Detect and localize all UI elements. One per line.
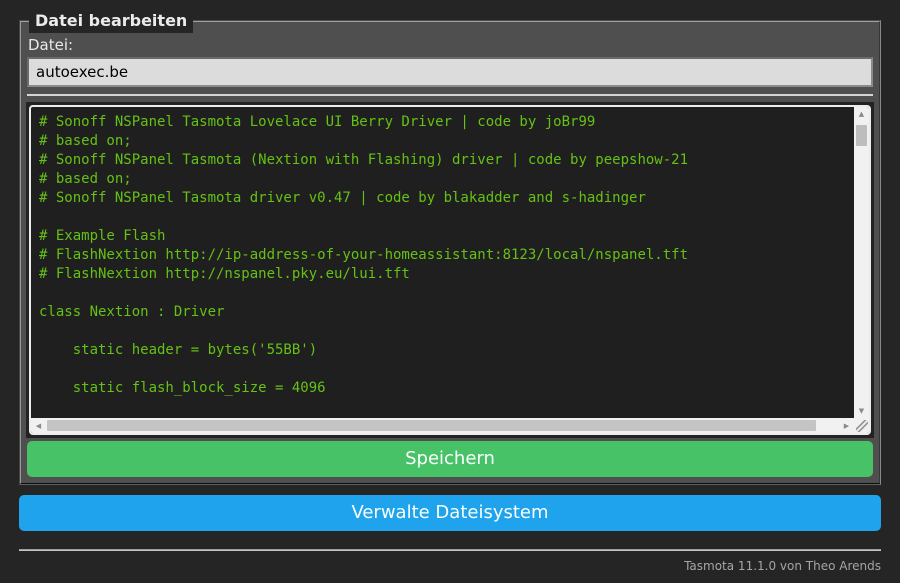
divider <box>27 94 873 96</box>
vertical-scroll-track[interactable] <box>854 121 869 404</box>
manage-filesystem-row: Verwalte Dateisystem <box>19 495 881 531</box>
code-content: # Sonoff NSPanel Tasmota Lovelace UI Ber… <box>39 114 689 396</box>
scroll-right-icon[interactable]: ▶ <box>839 419 854 433</box>
panel-legend: Datei bearbeiten <box>29 9 194 33</box>
page-container: Datei bearbeiten Datei: # Sonoff NSPanel… <box>19 9 881 574</box>
resize-grip-icon[interactable] <box>856 420 868 432</box>
scroll-left-icon[interactable]: ◀ <box>31 419 46 433</box>
vertical-scrollbar[interactable]: ▲ ▼ <box>854 107 869 418</box>
scroll-up-icon[interactable]: ▲ <box>854 107 869 121</box>
footer: Tasmota 11.1.0 von Theo Arends <box>19 549 881 574</box>
file-label: Datei: <box>28 36 74 54</box>
filename-input[interactable] <box>27 57 873 87</box>
horizontal-scroll-thumb[interactable] <box>47 420 817 431</box>
code-editor-wrapper: # Sonoff NSPanel Tasmota Lovelace UI Ber… <box>26 102 874 438</box>
save-button[interactable]: Speichern <box>27 441 873 477</box>
manage-filesystem-button[interactable]: Verwalte Dateisystem <box>19 495 881 531</box>
scrollbar-corner <box>854 418 869 433</box>
vertical-scroll-thumb[interactable] <box>856 125 867 146</box>
horizontal-scroll-track[interactable] <box>46 418 839 433</box>
footer-divider <box>19 549 881 551</box>
scroll-down-icon[interactable]: ▼ <box>854 404 869 418</box>
edit-file-panel: Datei bearbeiten Datei: # Sonoff NSPanel… <box>19 9 881 485</box>
code-editor[interactable]: # Sonoff NSPanel Tasmota Lovelace UI Ber… <box>29 105 871 435</box>
horizontal-scrollbar[interactable]: ◀ ▶ <box>31 418 854 433</box>
version-link[interactable]: Tasmota 11.1.0 von Theo Arends <box>684 559 881 573</box>
